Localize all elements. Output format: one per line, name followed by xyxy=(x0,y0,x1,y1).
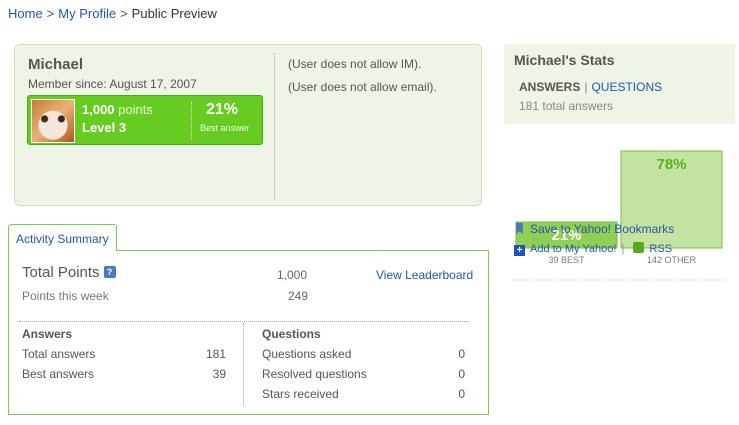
pipe-separator: | xyxy=(621,243,625,255)
add-to-my-yahoo-link[interactable]: Add to My Yahoo! xyxy=(530,243,616,255)
questions-heading: Questions xyxy=(262,327,321,341)
best-answer-label: Best answer xyxy=(200,123,250,133)
profile-card: Michael Member since: August 17, 2007 1,… xyxy=(14,44,482,206)
stars-received-label: Stars received xyxy=(262,387,339,401)
breadcrumb-separator: > xyxy=(120,6,128,21)
badge-divider xyxy=(191,102,192,140)
points-badge: 1,000 points Level 3 21% Best answer xyxy=(27,95,263,145)
best-answers-label: Best answers xyxy=(22,367,95,381)
breadcrumb-my-profile-link[interactable]: My Profile xyxy=(58,6,116,21)
resolved-questions-value: 0 xyxy=(458,367,465,381)
stats-title: Michael's Stats xyxy=(514,52,615,68)
breadcrumb: Home > My Profile > Public Preview xyxy=(8,6,217,21)
email-note: (User does not allow email). xyxy=(288,80,437,94)
best-answers-value: 39 xyxy=(212,367,226,381)
bar-data-label: 78% xyxy=(656,156,686,173)
points-label: points xyxy=(118,102,153,117)
stats-panel: Michael's Stats ANSWERS | QUESTIONS 181 to… xyxy=(504,44,735,340)
avatar xyxy=(31,99,75,143)
total-points-label: Total Points xyxy=(22,264,100,281)
total-answers-label: Total answers xyxy=(22,347,96,361)
tab-activity-summary[interactable]: Activity Summary xyxy=(8,224,117,251)
profile-name: Michael xyxy=(28,56,84,73)
stars-received-value: 0 xyxy=(458,387,465,401)
points-this-week-value: 249 xyxy=(288,289,309,303)
rss-link[interactable]: RSS xyxy=(649,243,672,255)
questions-asked-label: Questions asked xyxy=(262,347,352,361)
view-leaderboard-link[interactable]: View Leaderboard xyxy=(376,268,473,282)
rss-icon xyxy=(633,242,645,253)
member-since: Member since: August 17, 2007 xyxy=(28,77,197,91)
points-value: 1,000 xyxy=(82,102,115,117)
breadcrumb-separator: > xyxy=(46,6,55,21)
resolved-questions-label: Resolved questions xyxy=(262,367,367,381)
answers-heading: Answers xyxy=(22,327,73,341)
card-divider xyxy=(274,53,275,199)
points-line: 1,000 points xyxy=(82,102,153,117)
column-divider xyxy=(243,323,244,405)
activity-summary-box: Total Points? 1,000 View Leaderboard Poi… xyxy=(8,250,489,415)
best-answer-percent: 21% xyxy=(206,101,239,118)
total-answers-note: 181 total answers xyxy=(519,99,614,113)
tab-separator: | xyxy=(584,80,588,94)
category-label: 142 OTHER xyxy=(647,255,697,265)
total-points-value: 1,000 xyxy=(277,268,308,282)
tab-questions[interactable]: QUESTIONS xyxy=(591,80,662,94)
stats-tabs: ANSWERS | QUESTIONS xyxy=(519,80,662,94)
my-yahoo-row: + Add to My Yahoo! | RSS xyxy=(514,242,672,256)
points-this-week-label: Points this week xyxy=(22,289,109,303)
help-icon[interactable]: ? xyxy=(103,266,116,278)
category-label: 39 BEST xyxy=(548,255,585,265)
breadcrumb-current: Public Preview xyxy=(131,6,217,21)
bookmark-row: Save to Yahoo! Bookmarks xyxy=(514,222,674,236)
bookmark-icon xyxy=(516,223,523,234)
save-to-bookmarks-link[interactable]: Save to Yahoo! Bookmarks xyxy=(530,222,674,236)
divider xyxy=(19,321,469,322)
tab-answers[interactable]: ANSWERS xyxy=(519,80,580,94)
level: Level 3 xyxy=(82,120,127,135)
total-points-heading: Total Points? xyxy=(22,264,116,281)
questions-asked-value: 0 xyxy=(458,347,465,361)
total-answers-value: 181 xyxy=(205,347,226,361)
im-note: (User does not allow IM). xyxy=(288,57,422,71)
plus-icon: + xyxy=(514,245,525,256)
breadcrumb-home-link[interactable]: Home xyxy=(8,6,43,21)
